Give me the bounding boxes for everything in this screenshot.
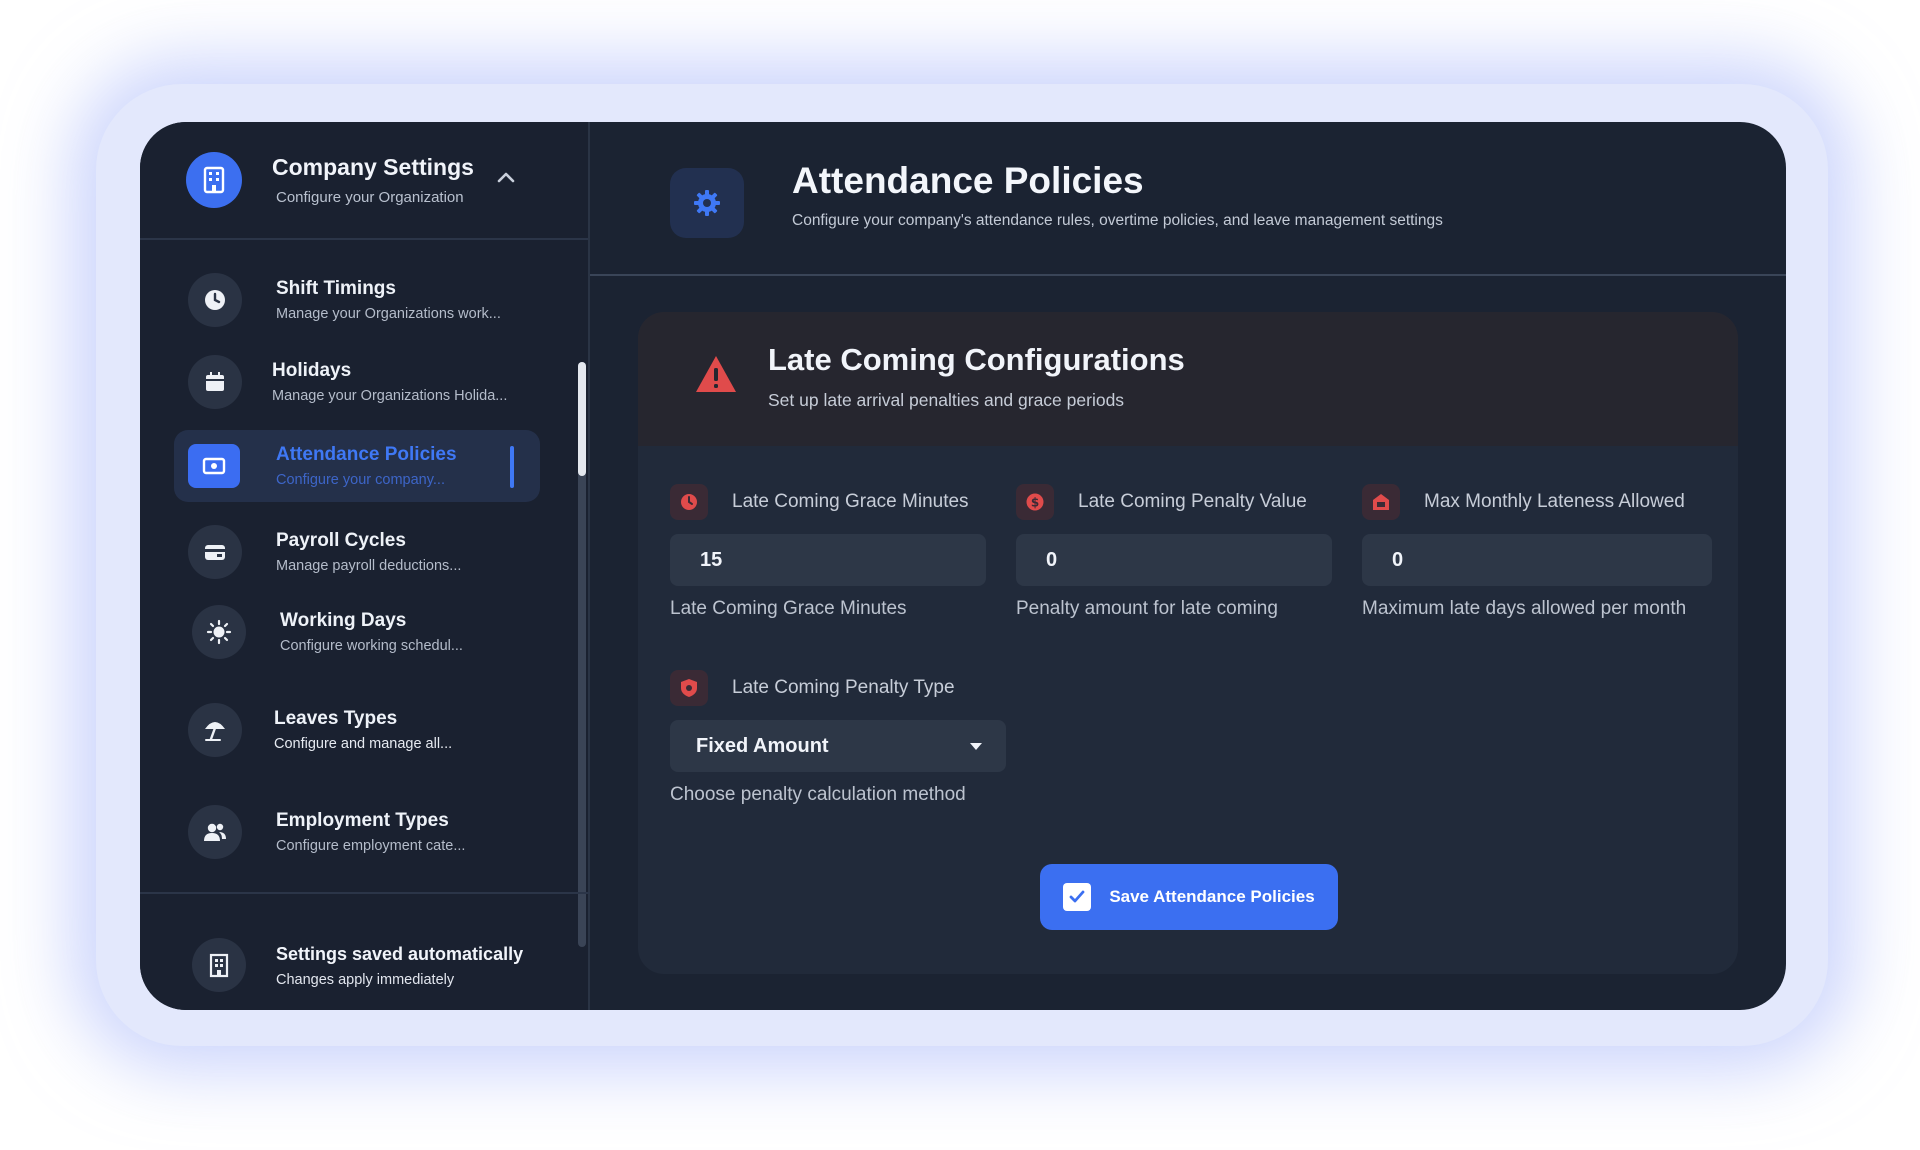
main-content: Attendance Policies Configure your compa…: [590, 122, 1786, 1010]
sidebar-item-holidays[interactable]: Holidays Manage your Organizations Holid…: [174, 346, 540, 418]
sidebar-subtitle: Configure your Organization: [276, 189, 464, 206]
caret-down-icon: [970, 743, 982, 750]
sidebar-scrollbar-thumb[interactable]: [578, 362, 586, 476]
policy-icon: [188, 444, 240, 488]
checkbox-icon: [1063, 883, 1092, 911]
wallet-icon: [188, 525, 242, 579]
office-building-icon: [192, 938, 246, 992]
field-help-text: Penalty amount for late coming: [1016, 598, 1278, 619]
card-subtitle: Set up late arrival penalties and grace …: [768, 390, 1125, 410]
clock-icon: [188, 273, 242, 327]
select-value: Fixed Amount: [696, 734, 829, 757]
penalty-value-input[interactable]: 0: [1016, 534, 1332, 586]
beach-umbrella-icon: [188, 703, 242, 757]
footer-subtitle: Changes apply immediately: [276, 972, 455, 988]
max-lateness-input[interactable]: 0: [1362, 534, 1712, 586]
sidebar-item-title: Attendance Policies: [276, 444, 457, 465]
people-icon: [188, 805, 242, 859]
field-help-text: Late Coming Grace Minutes: [670, 598, 907, 619]
calendar-alert-icon: [1362, 484, 1400, 520]
active-indicator: [510, 446, 514, 488]
sidebar-item-title: Leaves Types: [274, 708, 398, 729]
grace-minutes-field: Late Coming Grace Minutes 15 Late Coming…: [670, 484, 986, 620]
sun-icon: [192, 605, 246, 659]
sidebar-item-subtitle: Configure employment cate...: [276, 838, 466, 854]
sidebar-item-title: Payroll Cycles: [276, 530, 406, 551]
chevron-up-icon[interactable]: [494, 166, 518, 190]
sidebar-header[interactable]: Company Settings Configure your Organiza…: [140, 122, 588, 240]
footer-title: Settings saved automatically: [276, 944, 524, 964]
clock-icon: [670, 484, 708, 520]
field-help-text: Maximum late days allowed per month: [1362, 598, 1687, 619]
sidebar-menu: Shift Timings Manage your Organizations …: [140, 240, 590, 892]
sidebar-item-working-days[interactable]: Working Days Configure working schedul..…: [174, 596, 540, 668]
gear-icon: [670, 168, 744, 238]
sidebar-item-subtitle: Configure your company...: [276, 472, 445, 488]
sidebar-item-payroll-cycles[interactable]: Payroll Cycles Manage payroll deductions…: [174, 516, 540, 588]
field-label: Max Monthly Lateness Allowed: [1424, 491, 1685, 512]
sidebar-item-subtitle: Manage your Organizations Holida...: [272, 388, 508, 404]
card-title: Late Coming Configurations: [768, 342, 1185, 377]
sidebar-item-subtitle: Manage your Organizations work...: [276, 306, 501, 322]
sidebar-item-title: Working Days: [280, 610, 407, 631]
sidebar-item-employment-types[interactable]: Employment Types Configure employment ca…: [174, 796, 540, 868]
sidebar-item-subtitle: Configure working schedul...: [280, 638, 463, 654]
sidebar-title: Company Settings: [272, 154, 474, 180]
save-button-label: Save Attendance Policies: [1109, 887, 1315, 906]
building-icon: [186, 152, 242, 208]
field-label: Late Coming Penalty Type: [732, 677, 955, 698]
sidebar: Company Settings Configure your Organiza…: [140, 122, 590, 1010]
page-title: Attendance Policies: [792, 160, 1144, 201]
app-window: Company Settings Configure your Organiza…: [140, 122, 1786, 1010]
sidebar-footer: Settings saved automatically Changes app…: [140, 892, 590, 1010]
page-header: Attendance Policies Configure your compa…: [590, 122, 1786, 276]
max-lateness-field: Max Monthly Lateness Allowed 0 Maximum l…: [1362, 484, 1712, 620]
sidebar-item-title: Employment Types: [276, 810, 449, 831]
svg-text:$: $: [1031, 496, 1039, 510]
field-help-text: Choose penalty calculation method: [670, 784, 966, 805]
sidebar-item-subtitle: Configure and manage all...: [274, 736, 453, 752]
sidebar-item-title: Holidays: [272, 360, 352, 381]
warning-icon: [696, 356, 736, 392]
sidebar-item-title: Shift Timings: [276, 278, 396, 299]
sidebar-item-subtitle: Manage payroll deductions...: [276, 558, 462, 574]
card-header: Late Coming Configurations Set up late a…: [638, 312, 1738, 446]
page-subtitle: Configure your company's attendance rule…: [792, 212, 1443, 229]
field-label: Late Coming Grace Minutes: [732, 491, 969, 512]
penalty-type-select[interactable]: Fixed Amount: [670, 720, 1006, 772]
shield-icon: [670, 670, 708, 706]
penalty-type-field: Late Coming Penalty Type Fixed Amount Ch…: [670, 670, 1006, 806]
sidebar-item-leaves-types[interactable]: Leaves Types Configure and manage all...: [174, 694, 540, 766]
dollar-icon: $: [1016, 484, 1054, 520]
sidebar-item-shift-timings[interactable]: Shift Timings Manage your Organizations …: [174, 264, 540, 336]
save-attendance-policies-button[interactable]: Save Attendance Policies: [1040, 864, 1338, 930]
calendar-icon: [188, 355, 242, 409]
sidebar-item-attendance-policies[interactable]: Attendance Policies Configure your compa…: [174, 430, 540, 502]
penalty-value-field: $ Late Coming Penalty Value 0 Penalty am…: [1016, 484, 1332, 620]
field-label: Late Coming Penalty Value: [1078, 491, 1307, 512]
late-coming-card: Late Coming Configurations Set up late a…: [638, 312, 1738, 974]
grace-minutes-input[interactable]: 15: [670, 534, 986, 586]
